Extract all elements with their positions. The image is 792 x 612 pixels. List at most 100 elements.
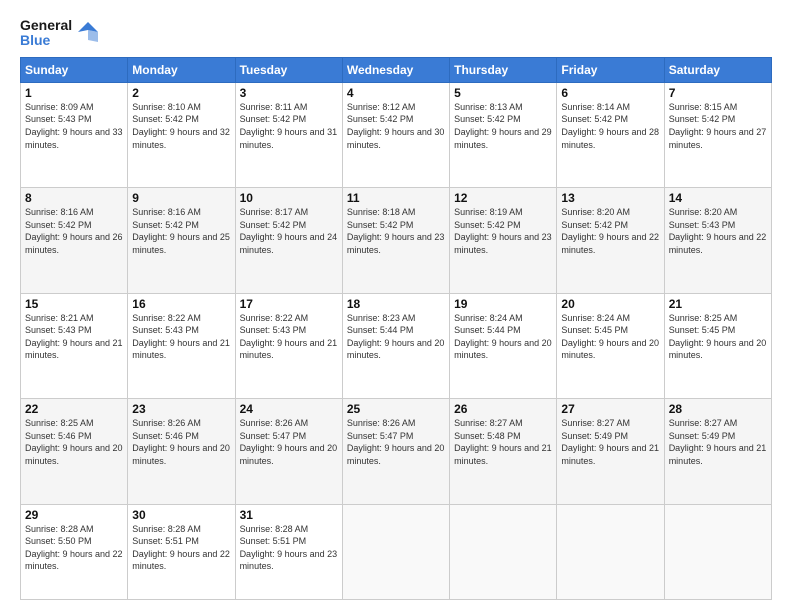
day-info: Sunrise: 8:27 AM Sunset: 5:49 PM Dayligh… (669, 417, 767, 467)
calendar-cell: 17 Sunrise: 8:22 AM Sunset: 5:43 PM Dayl… (235, 293, 342, 398)
day-number: 3 (240, 86, 338, 100)
day-number: 23 (132, 402, 230, 416)
calendar-cell: 24 Sunrise: 8:26 AM Sunset: 5:47 PM Dayl… (235, 399, 342, 504)
day-number: 24 (240, 402, 338, 416)
day-info: Sunrise: 8:25 AM Sunset: 5:46 PM Dayligh… (25, 417, 123, 467)
calendar-header-monday: Monday (128, 57, 235, 82)
day-info: Sunrise: 8:19 AM Sunset: 5:42 PM Dayligh… (454, 206, 552, 256)
calendar-week-4: 22 Sunrise: 8:25 AM Sunset: 5:46 PM Dayl… (21, 399, 772, 504)
day-number: 13 (561, 191, 659, 205)
day-number: 25 (347, 402, 445, 416)
day-number: 11 (347, 191, 445, 205)
calendar-cell: 13 Sunrise: 8:20 AM Sunset: 5:42 PM Dayl… (557, 188, 664, 293)
page-header: General Blue (20, 18, 772, 49)
calendar-header-friday: Friday (557, 57, 664, 82)
calendar-cell: 19 Sunrise: 8:24 AM Sunset: 5:44 PM Dayl… (450, 293, 557, 398)
day-info: Sunrise: 8:09 AM Sunset: 5:43 PM Dayligh… (25, 101, 123, 151)
day-info: Sunrise: 8:23 AM Sunset: 5:44 PM Dayligh… (347, 312, 445, 362)
calendar-cell (450, 504, 557, 599)
day-number: 12 (454, 191, 552, 205)
day-number: 31 (240, 508, 338, 522)
calendar-cell: 2 Sunrise: 8:10 AM Sunset: 5:42 PM Dayli… (128, 82, 235, 187)
day-info: Sunrise: 8:27 AM Sunset: 5:48 PM Dayligh… (454, 417, 552, 467)
calendar-cell: 29 Sunrise: 8:28 AM Sunset: 5:50 PM Dayl… (21, 504, 128, 599)
calendar-cell: 12 Sunrise: 8:19 AM Sunset: 5:42 PM Dayl… (450, 188, 557, 293)
day-number: 26 (454, 402, 552, 416)
day-info: Sunrise: 8:16 AM Sunset: 5:42 PM Dayligh… (132, 206, 230, 256)
day-number: 1 (25, 86, 123, 100)
day-number: 30 (132, 508, 230, 522)
logo-graphic: General Blue (20, 18, 72, 49)
calendar-header-wednesday: Wednesday (342, 57, 449, 82)
calendar-cell: 3 Sunrise: 8:11 AM Sunset: 5:42 PM Dayli… (235, 82, 342, 187)
day-info: Sunrise: 8:22 AM Sunset: 5:43 PM Dayligh… (240, 312, 338, 362)
day-info: Sunrise: 8:24 AM Sunset: 5:44 PM Dayligh… (454, 312, 552, 362)
logo-text-general: General (20, 18, 72, 33)
day-info: Sunrise: 8:26 AM Sunset: 5:46 PM Dayligh… (132, 417, 230, 467)
day-info: Sunrise: 8:11 AM Sunset: 5:42 PM Dayligh… (240, 101, 338, 151)
day-number: 6 (561, 86, 659, 100)
day-number: 9 (132, 191, 230, 205)
calendar-header-sunday: Sunday (21, 57, 128, 82)
day-info: Sunrise: 8:22 AM Sunset: 5:43 PM Dayligh… (132, 312, 230, 362)
day-info: Sunrise: 8:25 AM Sunset: 5:45 PM Dayligh… (669, 312, 767, 362)
calendar-page: General Blue SundayMondayTuesdayWednesda… (0, 0, 792, 612)
day-number: 14 (669, 191, 767, 205)
day-number: 27 (561, 402, 659, 416)
calendar-header-thursday: Thursday (450, 57, 557, 82)
day-number: 5 (454, 86, 552, 100)
calendar-cell: 22 Sunrise: 8:25 AM Sunset: 5:46 PM Dayl… (21, 399, 128, 504)
calendar-cell: 26 Sunrise: 8:27 AM Sunset: 5:48 PM Dayl… (450, 399, 557, 504)
calendar-cell: 23 Sunrise: 8:26 AM Sunset: 5:46 PM Dayl… (128, 399, 235, 504)
day-number: 16 (132, 297, 230, 311)
day-number: 8 (25, 191, 123, 205)
day-info: Sunrise: 8:10 AM Sunset: 5:42 PM Dayligh… (132, 101, 230, 151)
day-info: Sunrise: 8:28 AM Sunset: 5:50 PM Dayligh… (25, 523, 123, 573)
day-number: 21 (669, 297, 767, 311)
calendar-week-2: 8 Sunrise: 8:16 AM Sunset: 5:42 PM Dayli… (21, 188, 772, 293)
calendar-header-row: SundayMondayTuesdayWednesdayThursdayFrid… (21, 57, 772, 82)
calendar-cell: 20 Sunrise: 8:24 AM Sunset: 5:45 PM Dayl… (557, 293, 664, 398)
day-info: Sunrise: 8:17 AM Sunset: 5:42 PM Dayligh… (240, 206, 338, 256)
day-info: Sunrise: 8:14 AM Sunset: 5:42 PM Dayligh… (561, 101, 659, 151)
calendar-cell: 16 Sunrise: 8:22 AM Sunset: 5:43 PM Dayl… (128, 293, 235, 398)
calendar-week-5: 29 Sunrise: 8:28 AM Sunset: 5:50 PM Dayl… (21, 504, 772, 599)
calendar-cell: 21 Sunrise: 8:25 AM Sunset: 5:45 PM Dayl… (664, 293, 771, 398)
logo-text-blue: Blue (20, 33, 72, 48)
calendar-cell: 9 Sunrise: 8:16 AM Sunset: 5:42 PM Dayli… (128, 188, 235, 293)
day-info: Sunrise: 8:13 AM Sunset: 5:42 PM Dayligh… (454, 101, 552, 151)
day-info: Sunrise: 8:18 AM Sunset: 5:42 PM Dayligh… (347, 206, 445, 256)
calendar-cell: 15 Sunrise: 8:21 AM Sunset: 5:43 PM Dayl… (21, 293, 128, 398)
calendar-header-tuesday: Tuesday (235, 57, 342, 82)
day-info: Sunrise: 8:26 AM Sunset: 5:47 PM Dayligh… (240, 417, 338, 467)
calendar-cell: 14 Sunrise: 8:20 AM Sunset: 5:43 PM Dayl… (664, 188, 771, 293)
day-info: Sunrise: 8:27 AM Sunset: 5:49 PM Dayligh… (561, 417, 659, 467)
calendar-cell: 8 Sunrise: 8:16 AM Sunset: 5:42 PM Dayli… (21, 188, 128, 293)
logo-arrow-icon (78, 22, 98, 42)
calendar-cell: 7 Sunrise: 8:15 AM Sunset: 5:42 PM Dayli… (664, 82, 771, 187)
calendar-cell: 27 Sunrise: 8:27 AM Sunset: 5:49 PM Dayl… (557, 399, 664, 504)
day-info: Sunrise: 8:26 AM Sunset: 5:47 PM Dayligh… (347, 417, 445, 467)
calendar-cell (664, 504, 771, 599)
day-info: Sunrise: 8:15 AM Sunset: 5:42 PM Dayligh… (669, 101, 767, 151)
day-info: Sunrise: 8:20 AM Sunset: 5:42 PM Dayligh… (561, 206, 659, 256)
calendar-cell (342, 504, 449, 599)
calendar-cell: 31 Sunrise: 8:28 AM Sunset: 5:51 PM Dayl… (235, 504, 342, 599)
calendar-header-saturday: Saturday (664, 57, 771, 82)
logo: General Blue (20, 18, 98, 49)
day-info: Sunrise: 8:12 AM Sunset: 5:42 PM Dayligh… (347, 101, 445, 151)
calendar-cell: 6 Sunrise: 8:14 AM Sunset: 5:42 PM Dayli… (557, 82, 664, 187)
day-number: 29 (25, 508, 123, 522)
calendar-cell: 30 Sunrise: 8:28 AM Sunset: 5:51 PM Dayl… (128, 504, 235, 599)
calendar-week-1: 1 Sunrise: 8:09 AM Sunset: 5:43 PM Dayli… (21, 82, 772, 187)
calendar-cell: 25 Sunrise: 8:26 AM Sunset: 5:47 PM Dayl… (342, 399, 449, 504)
day-info: Sunrise: 8:20 AM Sunset: 5:43 PM Dayligh… (669, 206, 767, 256)
day-info: Sunrise: 8:28 AM Sunset: 5:51 PM Dayligh… (240, 523, 338, 573)
calendar-cell: 18 Sunrise: 8:23 AM Sunset: 5:44 PM Dayl… (342, 293, 449, 398)
calendar-week-3: 15 Sunrise: 8:21 AM Sunset: 5:43 PM Dayl… (21, 293, 772, 398)
day-number: 19 (454, 297, 552, 311)
calendar-table: SundayMondayTuesdayWednesdayThursdayFrid… (20, 57, 772, 600)
day-number: 7 (669, 86, 767, 100)
calendar-cell: 28 Sunrise: 8:27 AM Sunset: 5:49 PM Dayl… (664, 399, 771, 504)
day-number: 20 (561, 297, 659, 311)
